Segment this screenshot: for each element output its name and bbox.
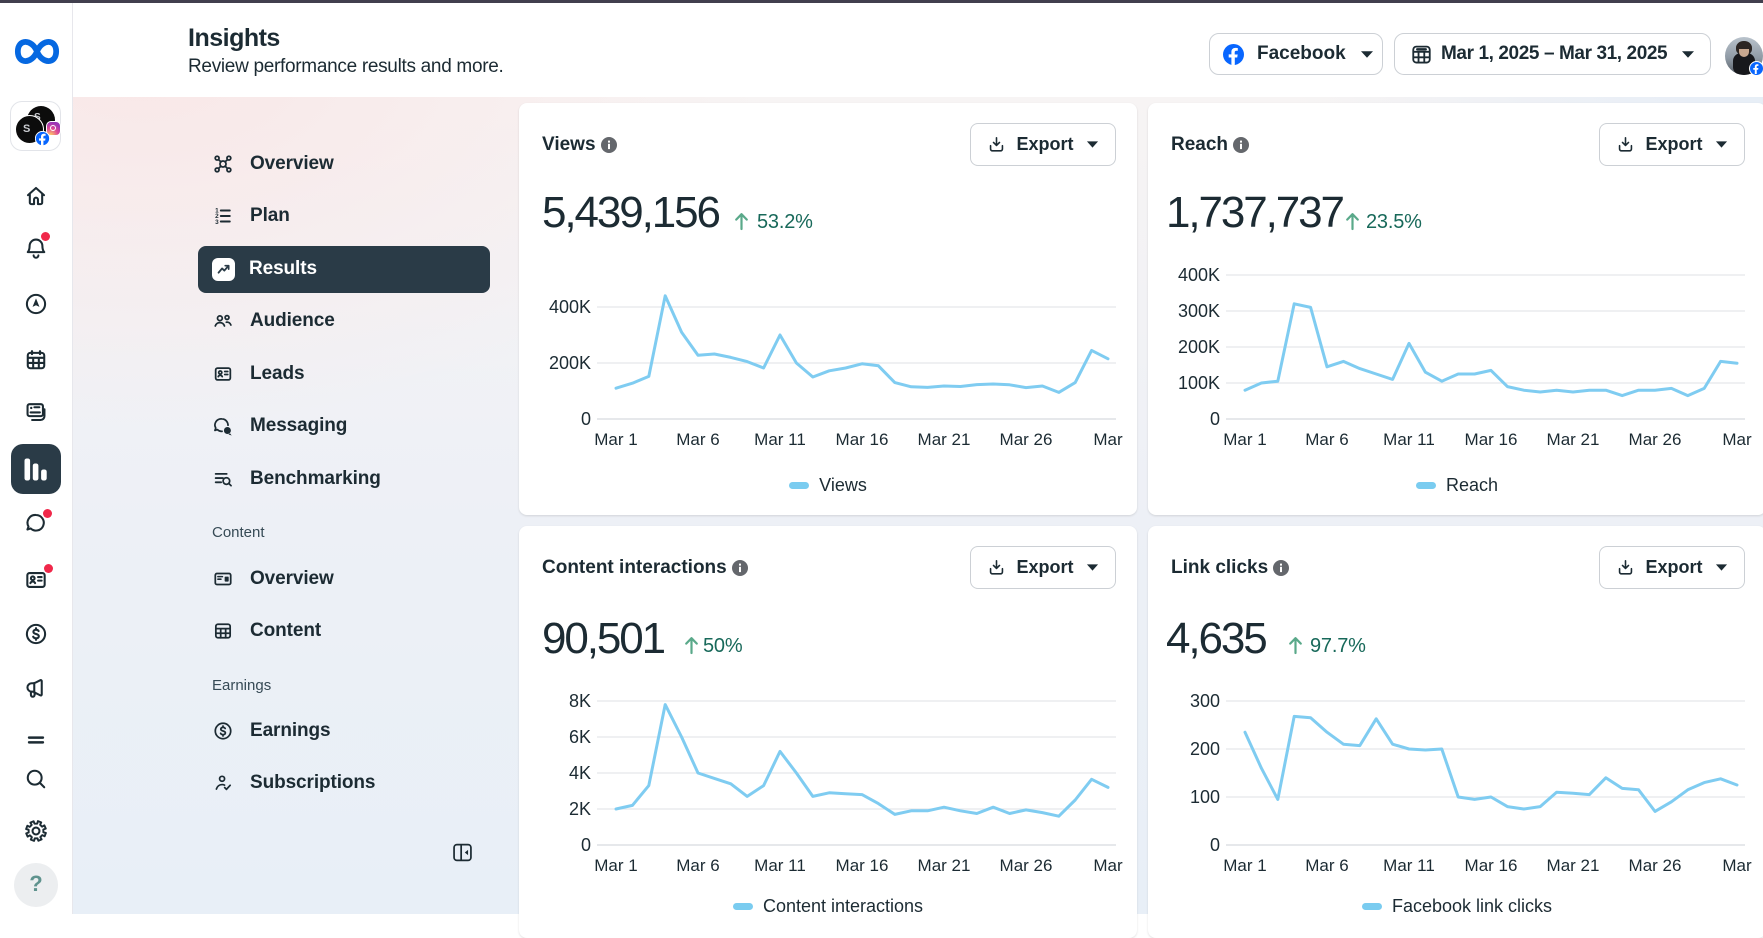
svg-text:0: 0 bbox=[1210, 835, 1220, 855]
svg-text:Mar 1: Mar 1 bbox=[594, 856, 637, 875]
svg-text:6K: 6K bbox=[569, 727, 591, 747]
svg-text:300K: 300K bbox=[1178, 301, 1220, 321]
svg-text:Mar 1: Mar 1 bbox=[1223, 856, 1266, 875]
svg-text:200K: 200K bbox=[549, 353, 591, 373]
svg-text:Mar 21: Mar 21 bbox=[1547, 856, 1600, 875]
svg-text:Mar 21: Mar 21 bbox=[918, 430, 971, 449]
svg-text:200K: 200K bbox=[1178, 337, 1220, 357]
svg-text:Mar 6: Mar 6 bbox=[676, 430, 719, 449]
svg-text:300: 300 bbox=[1190, 691, 1220, 711]
svg-text:Mar 1: Mar 1 bbox=[1223, 430, 1266, 449]
svg-text:Mar 21: Mar 21 bbox=[918, 856, 971, 875]
svg-text:Mar 16: Mar 16 bbox=[1465, 430, 1518, 449]
svg-text:4K: 4K bbox=[569, 763, 591, 783]
svg-text:Mar 11: Mar 11 bbox=[754, 430, 806, 449]
svg-text:Mar 26: Mar 26 bbox=[1629, 430, 1682, 449]
svg-text:Mar: Mar bbox=[1722, 856, 1752, 875]
svg-text:Mar: Mar bbox=[1093, 430, 1123, 449]
svg-text:Mar 1: Mar 1 bbox=[594, 430, 637, 449]
svg-text:Mar 16: Mar 16 bbox=[1465, 856, 1518, 875]
svg-text:Mar 6: Mar 6 bbox=[1305, 430, 1348, 449]
svg-text:Mar 11: Mar 11 bbox=[1383, 430, 1435, 449]
svg-text:Mar 26: Mar 26 bbox=[1629, 856, 1682, 875]
svg-text:Mar 21: Mar 21 bbox=[1547, 430, 1600, 449]
svg-text:Mar 16: Mar 16 bbox=[836, 856, 889, 875]
svg-text:Mar 11: Mar 11 bbox=[1383, 856, 1435, 875]
svg-text:100K: 100K bbox=[1178, 373, 1220, 393]
svg-text:0: 0 bbox=[1210, 409, 1220, 429]
svg-text:400K: 400K bbox=[1178, 265, 1220, 285]
svg-text:3: 3 bbox=[215, 219, 219, 226]
svg-text:Mar 11: Mar 11 bbox=[754, 856, 806, 875]
svg-text:Mar: Mar bbox=[1093, 856, 1123, 875]
svg-text:2K: 2K bbox=[569, 799, 591, 819]
svg-text:Mar 26: Mar 26 bbox=[1000, 856, 1053, 875]
svg-text:8K: 8K bbox=[569, 691, 591, 711]
svg-text:100: 100 bbox=[1190, 787, 1220, 807]
svg-text:Mar: Mar bbox=[1722, 430, 1752, 449]
svg-text:400K: 400K bbox=[549, 297, 591, 317]
svg-text:200: 200 bbox=[1190, 739, 1220, 759]
svg-text:Mar 6: Mar 6 bbox=[1305, 856, 1348, 875]
svg-text:0: 0 bbox=[581, 409, 591, 429]
svg-text:Mar 26: Mar 26 bbox=[1000, 430, 1053, 449]
svg-text:0: 0 bbox=[581, 835, 591, 855]
svg-text:Mar 6: Mar 6 bbox=[676, 856, 719, 875]
svg-text:Mar 16: Mar 16 bbox=[836, 430, 889, 449]
